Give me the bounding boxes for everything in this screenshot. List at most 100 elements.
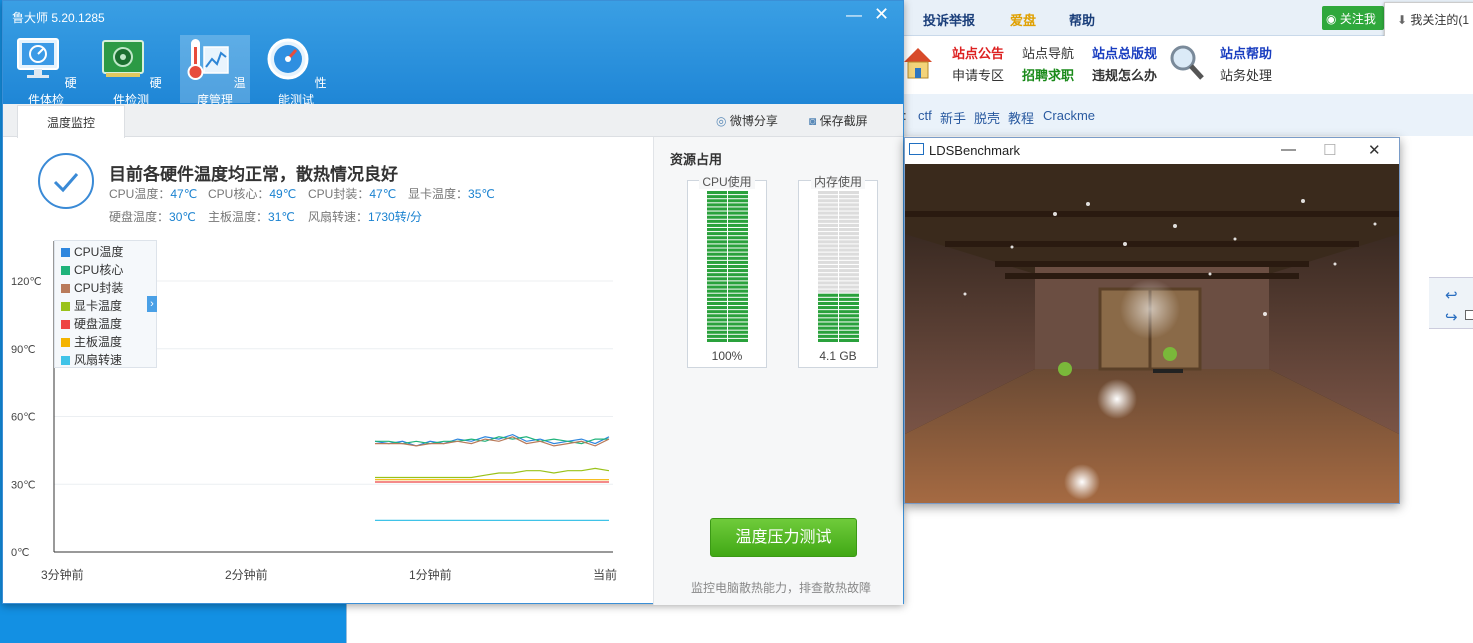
usage-bar-segment [839,306,859,310]
y-tick-label: 120℃ [11,276,42,288]
legend-label: 硬盘温度 [74,317,123,331]
usage-bar-segment [818,338,838,342]
link-announcement[interactable]: 站点公告 [952,43,1004,62]
usage-bar-segment [707,310,727,314]
usage-bar-segment [728,260,748,264]
usage-bar-segment [818,203,838,207]
usage-bar-segment [839,318,859,322]
link-apply[interactable]: 申请专区 [952,65,1004,84]
usage-bar-segment [839,195,859,199]
y-tick-label: 0℃ [11,547,29,559]
memory-usage-value: 4.1 GB [819,349,857,363]
usage-bar-segment [818,232,838,236]
status-headline: 目前各硬件温度均正常，散热情况良好 [109,165,398,184]
usage-bar-segment [707,260,727,264]
maximize-button[interactable]: ☐ [1323,141,1336,159]
link-site-nav[interactable]: 站点导航 [1022,43,1074,62]
usage-bar-segment [818,223,838,227]
usage-bar-segment [839,256,859,260]
tag-link[interactable]: ctf [918,108,932,123]
usage-bar-segment [818,289,838,293]
cpu-usage-bars [707,191,748,342]
usage-bar-segment [818,215,838,219]
usage-bar-segment [707,203,727,207]
usage-bar-segment [839,322,859,326]
usage-bar-segment [818,227,838,232]
checkbox[interactable] [1465,310,1473,320]
forward-arrow-icon[interactable]: ↪ [1445,308,1458,326]
save-screenshot-label: 保存截屏 [819,114,868,128]
usage-bar-segment [839,293,859,297]
usage-bar-segment [839,285,859,289]
window-app-icon [909,143,924,155]
legend-item[interactable]: CPU封装 [61,279,123,296]
link-site-affairs[interactable]: 站务处理 [1220,65,1272,84]
legend-item[interactable]: 显卡温度 [61,297,122,314]
cpu-usage-meter: CPU使用 100% [687,175,767,368]
legend-label: CPU核心 [74,263,124,277]
minimize-button[interactable]: — [1281,141,1296,158]
nav-help-link[interactable]: 帮助 [1069,10,1095,29]
usage-bar-segment [818,199,838,203]
usage-bar-segment [728,297,748,301]
legend-item[interactable]: 硬盘温度 [61,315,122,332]
usage-bar-segment [728,236,748,240]
legend-collapse-button[interactable]: › [147,296,157,312]
usage-bar-segment [839,334,859,338]
usage-bar-segment [818,264,838,269]
usage-bar-segment [728,338,748,342]
close-button[interactable]: ✕ [874,4,889,25]
usage-bar-segment [728,318,748,322]
usage-bar-segment [818,293,838,297]
usage-bar-segment [818,306,838,310]
toolbar-hardware-checkup[interactable]: 硬件体检 [11,35,81,107]
legend-item[interactable]: 风扇转速 [61,351,122,368]
toolbar-performance[interactable]: 性能测试 [261,35,331,107]
usage-bar-segment [728,322,748,326]
link-jobs[interactable]: 招聘求职 [1022,65,1074,84]
legend-item[interactable]: CPU温度 [61,243,123,260]
circuit-board-icon [102,40,145,77]
legend-swatch [61,248,70,257]
link-rules[interactable]: 站点总版规 [1092,43,1157,62]
tag-link[interactable]: Crackme [1043,108,1095,123]
tag-link[interactable]: 脱壳 [974,108,1000,127]
close-button[interactable]: ✕ [1368,141,1381,159]
link-violation[interactable]: 违规怎么办 [1092,65,1157,84]
usage-bar-segment [728,285,748,289]
nav-complaint-link[interactable]: 投诉举报 [923,10,975,29]
nav-aipan-link[interactable]: 爱盘 [1010,10,1036,29]
usage-bar-segment [707,301,727,306]
usage-bar-segment [728,191,748,195]
usage-bar-segment [728,306,748,310]
usage-bar-segment [707,227,727,232]
minimize-button[interactable]: — [846,7,862,25]
usage-bar-segment [839,314,859,318]
tab-temperature-monitor[interactable]: 温度监控 [17,105,125,138]
reply-arrow-icon[interactable]: ↩ [1445,286,1458,304]
save-screenshot-button[interactable]: ◙ 保存截屏 [809,112,868,129]
usage-bar-segment [839,203,859,207]
usage-bar-segment [728,264,748,269]
legend-item[interactable]: CPU核心 [61,261,123,278]
toolbar-temperature[interactable]: 温度管理 [180,35,250,107]
stress-test-button[interactable]: 温度压力测试 [710,518,857,557]
wechat-follow-button[interactable]: ◉ 关注我 [1322,6,1384,30]
tag-link[interactable]: 教程 [1008,108,1034,127]
usage-bar-segment [707,326,727,330]
usage-bar-segment [839,240,859,244]
usage-bar-segment [707,248,727,252]
usage-bar-segment [728,334,748,338]
toolbar-hardware-detect[interactable]: 硬件检测 [96,35,166,107]
usage-bar-segment [818,301,838,306]
usage-bar-segment [707,306,727,310]
link-site-help[interactable]: 站点帮助 [1220,43,1272,62]
reply-tools: ↩ ↪ [1429,277,1473,329]
weibo-share-button[interactable]: ◎ 微博分享 [716,112,778,129]
tag-link[interactable]: 新手 [940,108,966,127]
usage-bar-segment [707,273,727,277]
usage-bar-segment [818,191,838,195]
usage-bar-segment [728,326,748,330]
legend-item[interactable]: 主板温度 [61,333,122,350]
usage-bar-segment [818,195,838,199]
